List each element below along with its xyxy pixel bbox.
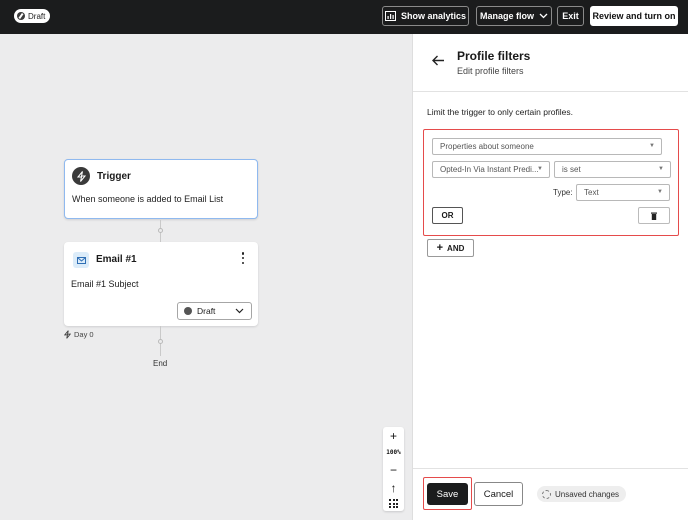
add-step-node[interactable]	[158, 228, 163, 233]
exit-label: Exit	[562, 11, 579, 21]
draft-pencil-icon	[17, 12, 25, 20]
chevron-down-icon	[235, 307, 244, 316]
panel-subtitle: Edit profile filters	[457, 66, 524, 76]
email-status-select[interactable]: Draft	[177, 302, 252, 320]
and-label: AND	[447, 243, 465, 253]
loading-icon	[542, 489, 551, 499]
divider	[413, 91, 688, 92]
trigger-title: Trigger	[97, 171, 131, 182]
cancel-label: Cancel	[483, 488, 514, 500]
or-label: OR	[441, 211, 454, 220]
operator-value: is set	[562, 165, 581, 174]
show-analytics-label: Show analytics	[400, 11, 467, 21]
property-select[interactable]: Opted-In Via Instant Predi... ▼	[432, 161, 550, 178]
caret-down-icon: ▼	[649, 143, 655, 149]
chevron-down-icon	[539, 13, 548, 19]
email-title: Email #1	[96, 254, 137, 265]
review-and-turn-on-button[interactable]: Review and turn on	[590, 6, 678, 26]
fit-view-button[interactable]: ↑	[391, 482, 397, 494]
review-label: Review and turn on	[592, 11, 676, 21]
caret-down-icon: ▼	[658, 166, 664, 172]
panel-description: Limit the trigger to only certain profil…	[427, 107, 573, 117]
unsaved-changes-label: Unsaved changes	[555, 489, 620, 499]
trigger-description: When someone is added to Email List	[72, 194, 224, 204]
draft-pencil-icon	[184, 307, 192, 315]
lightning-icon	[64, 330, 71, 339]
delay-label: Day 0	[64, 330, 94, 339]
zoom-controls: + 100% − ↑	[383, 427, 404, 511]
manage-flow-button[interactable]: Manage flow	[476, 6, 552, 26]
status-badge-label: Draft	[28, 11, 46, 21]
lightning-icon	[72, 167, 90, 185]
type-label: Type:	[553, 188, 573, 197]
condition-type-value: Properties about someone	[440, 142, 534, 151]
cancel-button[interactable]: Cancel	[474, 482, 523, 506]
type-select[interactable]: Text ▼	[576, 184, 670, 201]
grid-icon[interactable]	[389, 499, 398, 509]
caret-down-icon: ▼	[657, 189, 663, 195]
divider	[413, 468, 688, 469]
end-label: End	[153, 359, 168, 368]
email-card[interactable]: Email #1 Email #1 Subject Draft	[64, 242, 258, 326]
type-value: Text	[584, 188, 599, 197]
delete-condition-button[interactable]	[638, 207, 670, 224]
filter-group: Properties about someone ▼ Opted-In Via …	[423, 129, 679, 236]
zoom-in-button[interactable]: +	[390, 430, 397, 442]
save-label: Save	[436, 488, 459, 500]
panel-title: Profile filters	[457, 49, 531, 63]
email-subject: Email #1 Subject	[71, 279, 139, 289]
unsaved-changes-badge: Unsaved changes	[537, 486, 627, 502]
save-button[interactable]: Save	[427, 483, 468, 505]
plus-icon: +	[436, 242, 444, 254]
delay-label-text: Day 0	[74, 330, 94, 339]
or-button[interactable]: OR	[432, 207, 463, 224]
operator-select[interactable]: is set ▼	[554, 161, 671, 178]
caret-down-icon: ▼	[537, 166, 543, 172]
envelope-icon	[73, 252, 89, 268]
email-status-label: Draft	[197, 306, 216, 316]
bar-chart-icon	[384, 11, 396, 21]
status-badge: Draft	[14, 9, 51, 23]
add-step-node[interactable]	[158, 339, 163, 344]
condition-type-select[interactable]: Properties about someone ▼	[432, 138, 662, 155]
manage-flow-label: Manage flow	[479, 11, 534, 21]
more-options-icon[interactable]	[240, 252, 246, 264]
property-value: Opted-In Via Instant Predi...	[440, 165, 539, 174]
top-bar: Draft Show analytics Manage flow Exit Re…	[0, 0, 688, 34]
exit-button[interactable]: Exit	[557, 6, 584, 26]
zoom-out-button[interactable]: −	[390, 464, 397, 476]
profile-filters-panel: Profile filters Edit profile filters Lim…	[412, 34, 688, 520]
show-analytics-button[interactable]: Show analytics	[382, 6, 469, 26]
and-button[interactable]: + AND	[427, 239, 474, 257]
trigger-card[interactable]: Trigger When someone is added to Email L…	[64, 159, 258, 219]
trash-icon	[651, 212, 657, 220]
zoom-level: 100%	[386, 449, 401, 457]
flow-canvas[interactable]: Trigger When someone is added to Email L…	[0, 34, 412, 520]
arrow-left-icon[interactable]	[432, 54, 445, 69]
